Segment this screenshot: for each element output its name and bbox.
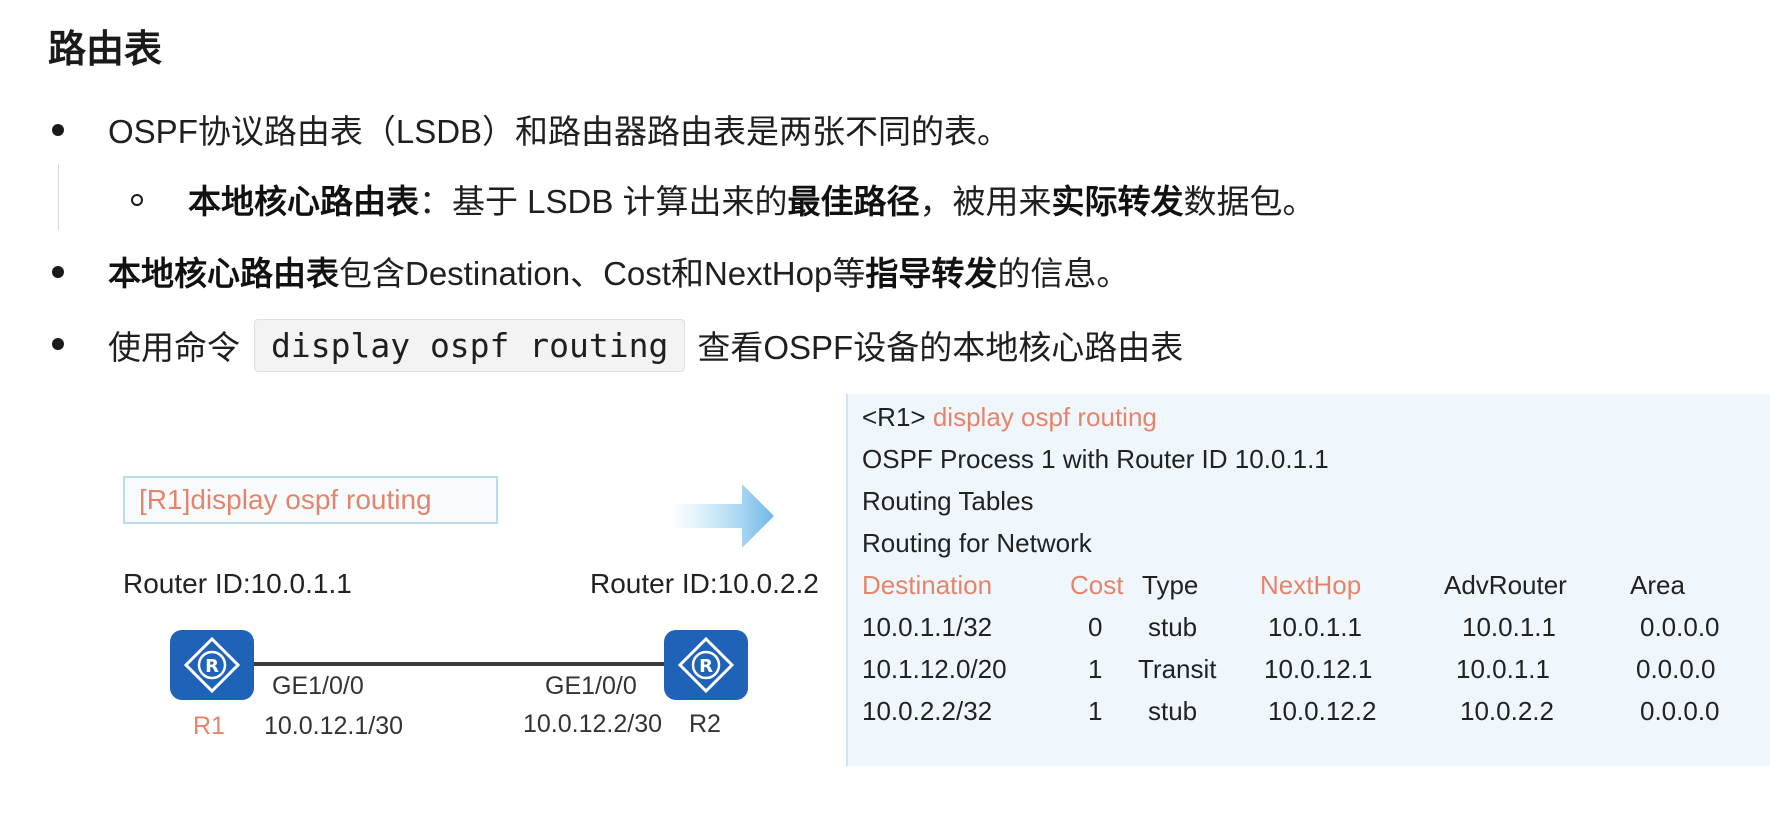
sub-bullet-circle [131, 194, 143, 206]
column-header: Type [1142, 570, 1199, 600]
bullet-text: 的信息。 [997, 255, 1130, 292]
svg-text:R: R [699, 656, 713, 677]
bullet-text: 数据包。 [1183, 183, 1316, 220]
terminal-prompt: <R1> [862, 402, 926, 432]
r2-router-id: Router ID:10.0.2.2 [590, 568, 819, 599]
bold-term: 本地核心路由表 [188, 183, 419, 220]
column-header: NextHop [1260, 570, 1362, 600]
bold-term: 指导转发 [865, 255, 998, 292]
r1-router-id: Router ID:10.0.1.1 [123, 568, 352, 599]
bullet-dot [52, 266, 64, 278]
table-cell: 10.0.1.1 [1456, 654, 1550, 684]
r1-interface-label: GE1/0/0 [272, 672, 364, 700]
table-cell: 0.0.0.0 [1640, 612, 1720, 642]
command-box: [R1]display ospf routing [123, 476, 498, 524]
column-header: Destination [862, 570, 993, 600]
terminal-output-panel: <R1> display ospf routing OSPF Process 1… [846, 394, 1770, 766]
table-cell: 0.0.0.0 [1640, 696, 1720, 726]
r1-name-label: R1 [193, 712, 225, 740]
table-cell: 1 [1088, 654, 1103, 684]
terminal-command-line: <R1> display ospf routing [862, 402, 1157, 433]
table-cell: 1 [1088, 696, 1103, 726]
svg-text:R: R [205, 656, 219, 677]
table-cell: stub [1148, 696, 1198, 726]
router-r2-icon: R [664, 630, 748, 700]
link-line [254, 662, 668, 666]
network-diagram: [R1]display ospf routing Router ID:10.0.… [0, 390, 848, 770]
table-cell: 10.0.12.2 [1268, 696, 1377, 726]
bullet-text: ，被用来 [919, 183, 1052, 220]
terminal-line: Routing for Network [862, 528, 1092, 558]
table-cell: 0.0.0.0 [1636, 654, 1716, 684]
terminal-line: Routing Tables [862, 486, 1034, 516]
bold-term: 最佳路径 [787, 183, 920, 220]
router-r1-icon: R [170, 630, 254, 700]
bullet-item-3: 使用命令 display ospf routing 查看OSPF设备的本地核心路… [108, 312, 1183, 378]
bullet-text: 包含Destination、Cost和NextHop等 [339, 255, 866, 292]
terminal-command: display ospf routing [932, 402, 1157, 432]
column-header: Area [1630, 570, 1685, 600]
table-cell: 10.1.12.0/20 [862, 654, 1007, 684]
terminal-line: OSPF Process 1 with Router ID 10.0.1.1 [862, 444, 1329, 474]
bold-term: 实际转发 [1051, 183, 1184, 220]
bullet-item-1: OSPF协议路由表（LSDB）和路由器路由表是两张不同的表。 [108, 104, 1010, 154]
table-cell: 0 [1088, 612, 1103, 642]
inline-code: display ospf routing [254, 318, 686, 372]
page-title: 路由表 [48, 29, 163, 71]
table-cell: 10.0.2.2 [1460, 696, 1554, 726]
bullet-text: 查看OSPF设备的本地核心路由表 [697, 329, 1184, 366]
bullet-text: OSPF协议路由表（LSDB）和路由器路由表是两张不同的表。 [108, 113, 1011, 150]
bullet-dot [52, 338, 64, 350]
sub-list-divider [58, 164, 59, 230]
r1-ip-label: 10.0.12.1/30 [264, 712, 404, 740]
r2-ip-label: 10.0.12.2/30 [523, 710, 663, 738]
table-cell: 10.0.1.1 [1268, 612, 1362, 642]
sub-bullet-item: 本地核心路由表 ：基于 LSDB 计算出来的 最佳路径 ，被用来 实际转发 数据… [188, 174, 1316, 224]
table-cell: 10.0.2.2/32 [862, 696, 993, 726]
table-cell: 10.0.1.1 [1462, 612, 1556, 642]
bold-term: 本地核心路由表 [108, 255, 339, 292]
bullet-dot [52, 124, 64, 136]
bullet-text: ：基于 LSDB 计算出来的 [419, 183, 788, 220]
table-cell: Transit [1138, 654, 1217, 684]
arrow-right-icon [670, 484, 774, 548]
bullet-text: 使用命令 [108, 329, 240, 366]
table-cell: 10.0.1.1/32 [862, 612, 993, 642]
table-cell: 10.0.12.1 [1264, 654, 1373, 684]
bullet-item-2: 本地核心路由表 包含Destination、Cost和NextHop等 指导转发… [108, 246, 1129, 296]
column-header: Cost [1070, 570, 1124, 600]
table-cell: stub [1148, 612, 1198, 642]
r2-name-label: R2 [689, 710, 721, 738]
column-header: AdvRouter [1444, 570, 1567, 600]
r2-interface-label: GE1/0/0 [545, 672, 637, 700]
